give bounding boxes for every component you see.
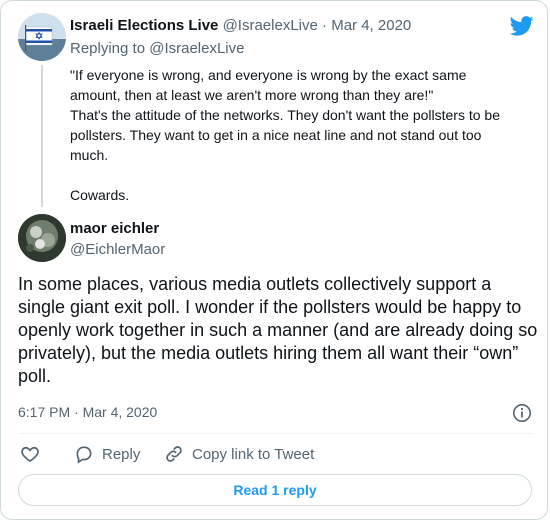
israeli-elections-avatar[interactable] (18, 13, 66, 61)
parent-text-line: That's the attitude of the networks. The… (70, 107, 501, 123)
parent-date[interactable]: Mar 4, 2020 (331, 17, 411, 34)
parent-text-line: Cowards. (70, 187, 130, 203)
maor-eichler-avatar[interactable] (18, 214, 66, 262)
twitter-bird-icon[interactable] (509, 15, 534, 37)
read-replies-button[interactable]: Read 1 reply (18, 474, 532, 506)
copy-link-button[interactable]: Copy link to Tweet (164, 443, 314, 465)
tweet-embed-card: Israeli Elections Live @IsraelexLive · M… (0, 0, 548, 520)
copy-link-label: Copy link to Tweet (192, 445, 315, 463)
info-icon[interactable] (512, 403, 532, 423)
like-button[interactable] (20, 443, 40, 465)
thread-connector-line (41, 65, 43, 207)
reply-label: Reply (102, 445, 141, 463)
reply-button[interactable]: Reply (74, 443, 140, 465)
parent-text-line: "If everyone is wrong, and everyone is w… (70, 67, 467, 83)
replying-to-label: Replying to (70, 40, 146, 57)
parent-text-line: amount, then at least we aren't more wro… (70, 87, 434, 103)
main-tweet-timestamp[interactable]: 6:17 PM · Mar 4, 2020 (18, 404, 157, 420)
parent-tweet-text: "If everyone is wrong, and everyone is w… (70, 65, 540, 205)
parent-text-line: pollsters. They want to get in a nice ne… (70, 127, 482, 143)
parent-display-name[interactable]: Israeli Elections Live (70, 17, 218, 34)
main-handle[interactable]: @EichlerMaor (70, 241, 165, 258)
main-tweet-text: In some places, various media outlets co… (18, 274, 538, 386)
parent-text-line: much. (70, 147, 109, 163)
parent-tweet-header: Israeli Elections Live @IsraelexLive · M… (70, 17, 411, 34)
parent-handle[interactable]: @IsraelexLive (223, 17, 318, 34)
actions-divider (18, 433, 532, 434)
heart-icon (21, 446, 39, 463)
header-separator: · (322, 17, 328, 34)
replying-to-line: Replying to @IsraelexLive (70, 40, 245, 57)
link-icon (166, 446, 182, 462)
replying-to-handle[interactable]: @IsraelexLive (149, 40, 244, 57)
main-display-name[interactable]: maor eichler (70, 220, 159, 237)
speech-bubble-icon (76, 446, 92, 464)
